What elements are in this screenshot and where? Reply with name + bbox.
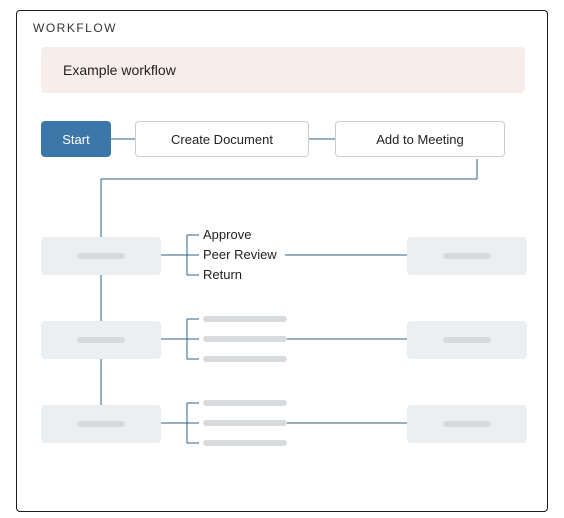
option-placeholder[interactable] [203,440,287,446]
placeholder-icon [443,337,491,343]
option-placeholder[interactable] [203,400,287,406]
step-node[interactable] [41,237,161,275]
step-node[interactable] [407,405,527,443]
workflow-title-bar: Example workflow [41,47,525,93]
panel-header: WORKFLOW [33,21,117,35]
create-document-node[interactable]: Create Document [135,121,309,157]
placeholder-icon [77,337,125,343]
option-placeholder[interactable] [203,356,287,362]
placeholder-icon [77,253,125,259]
step-node[interactable] [41,405,161,443]
step-node[interactable] [41,321,161,359]
option-return[interactable]: Return [203,267,242,282]
workflow-title: Example workflow [63,62,176,78]
placeholder-icon [77,421,125,427]
placeholder-icon [443,253,491,259]
option-approve[interactable]: Approve [203,227,251,242]
placeholder-icon [443,421,491,427]
option-peer-review[interactable]: Peer Review [203,247,277,262]
start-node[interactable]: Start [41,121,111,157]
option-placeholder[interactable] [203,336,287,342]
option-placeholder[interactable] [203,420,287,426]
workflow-panel: WORKFLOW Example workflow [16,10,548,512]
option-placeholder[interactable] [203,316,287,322]
add-to-meeting-node[interactable]: Add to Meeting [335,121,505,157]
step-node[interactable] [407,237,527,275]
step-node[interactable] [407,321,527,359]
